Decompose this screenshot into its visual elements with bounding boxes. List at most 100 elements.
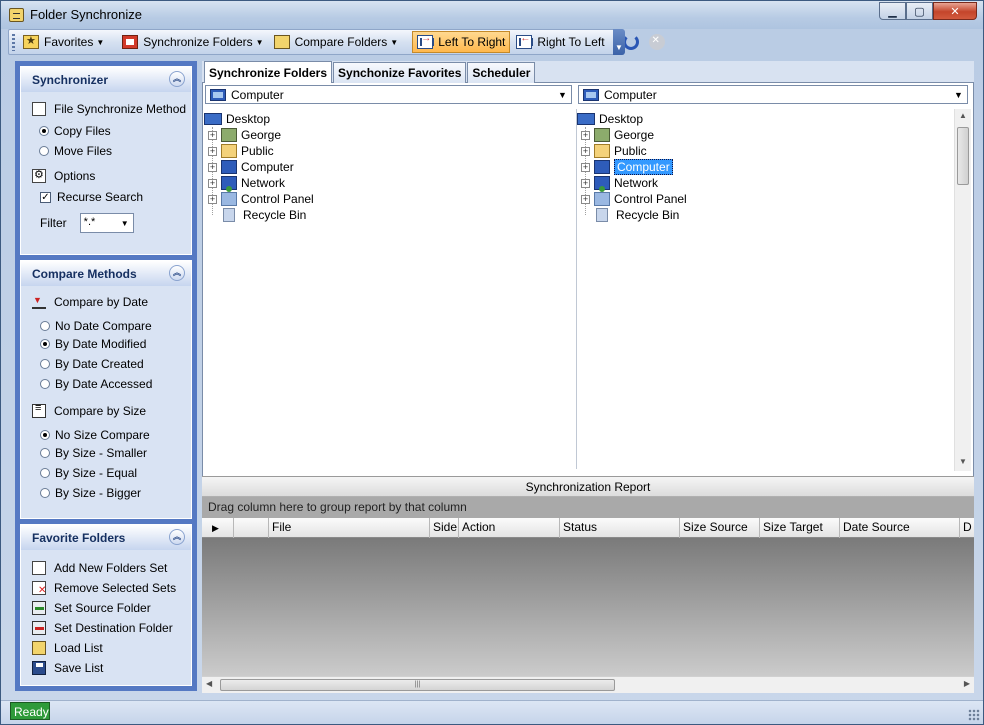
- synchronizer-header[interactable]: Synchronizer ︽: [21, 67, 191, 92]
- column-header-action[interactable]: Action: [459, 518, 560, 538]
- expand-icon[interactable]: +: [208, 146, 217, 156]
- favorite-folders-header[interactable]: Favorite Folders ︽: [21, 525, 191, 550]
- scroll-up-icon[interactable]: ▲: [959, 111, 967, 120]
- minimize-button[interactable]: ▁: [879, 2, 906, 20]
- filter-combobox[interactable]: *.* ▼: [79, 213, 134, 233]
- tab-scheduler[interactable]: Scheduler: [467, 62, 536, 83]
- tree-node[interactable]: + Public: [208, 143, 274, 159]
- tree-node[interactable]: + Network: [208, 175, 285, 192]
- toolbar-grip[interactable]: [12, 34, 15, 51]
- scrollbar-thumb[interactable]: |||: [220, 679, 615, 691]
- column-header-side[interactable]: Side: [430, 518, 459, 538]
- right-to-left-label: Right To Left: [537, 35, 605, 49]
- add-new-folders-set-link[interactable]: Add New Folders Set: [32, 559, 167, 577]
- date-option-radio[interactable]: By Date Accessed: [40, 375, 152, 393]
- size-option-radio[interactable]: By Size - Equal: [40, 464, 137, 482]
- expand-icon[interactable]: +: [208, 194, 217, 204]
- date-option-radio[interactable]: By Date Modified: [40, 335, 146, 353]
- column-header-date-target[interactable]: D: [960, 518, 974, 538]
- size-option-radio[interactable]: By Size - Bigger: [40, 484, 141, 502]
- destination-folder-icon: [32, 621, 46, 635]
- set-source-folder-link[interactable]: Set Source Folder: [32, 599, 151, 617]
- column-header-blank[interactable]: [234, 518, 269, 538]
- chevron-down-icon[interactable]: ▼: [390, 38, 398, 47]
- close-button[interactable]: ✕: [933, 2, 977, 20]
- report-horizontal-scrollbar[interactable]: ◀ ||| ▶: [202, 676, 974, 693]
- expand-icon[interactable]: +: [581, 178, 590, 188]
- compare-methods-group: Compare Methods ︽ Compare by Date No Dat…: [20, 260, 192, 519]
- group-by-area[interactable]: Drag column here to group report by that…: [202, 497, 974, 518]
- stop-button[interactable]: [645, 31, 669, 53]
- compare-methods-header[interactable]: Compare Methods ︽: [21, 261, 191, 286]
- move-files-radio[interactable]: Move Files: [39, 142, 112, 160]
- expand-icon[interactable]: +: [581, 130, 590, 140]
- tab-synchronize-favorites[interactable]: Synchonize Favorites: [333, 62, 467, 83]
- tree-node[interactable]: + George: [581, 127, 654, 143]
- maximize-button[interactable]: ▢: [906, 2, 933, 20]
- column-header-file[interactable]: File: [269, 518, 430, 538]
- tree-node[interactable]: Recycle Bin: [221, 207, 306, 223]
- column-header-status[interactable]: Status: [560, 518, 680, 538]
- chevron-down-icon[interactable]: ▼: [951, 87, 966, 102]
- expand-icon[interactable]: +: [208, 178, 217, 188]
- tree-node-desktop[interactable]: Desktop: [577, 111, 643, 127]
- copy-files-radio[interactable]: Copy Files: [39, 122, 111, 140]
- row-indicator-column[interactable]: ▶: [202, 518, 234, 538]
- load-list-link[interactable]: Load List: [32, 639, 103, 657]
- favorites-menu-button[interactable]: Favorites ▼: [19, 31, 108, 53]
- set-destination-folder-link[interactable]: Set Destination Folder: [32, 619, 173, 637]
- save-list-link[interactable]: Save List: [32, 659, 103, 677]
- tree-node[interactable]: + Network: [581, 175, 658, 192]
- toolbar-overflow-button[interactable]: ▼: [613, 29, 625, 55]
- expand-icon[interactable]: +: [581, 194, 590, 204]
- expand-icon[interactable]: +: [581, 162, 590, 172]
- size-option-radio[interactable]: No Size Compare: [40, 426, 150, 444]
- chevron-down-icon[interactable]: ▼: [555, 87, 570, 102]
- tree-splitter[interactable]: [576, 109, 577, 469]
- synchronize-folders-button[interactable]: Synchronize Folders ▼: [118, 31, 267, 53]
- tree-node-desktop[interactable]: Desktop: [204, 111, 270, 127]
- expand-icon[interactable]: +: [208, 162, 217, 172]
- tree-node[interactable]: Recycle Bin: [594, 207, 679, 223]
- tab-synchronize-folders[interactable]: Synchronize Folders: [204, 61, 333, 83]
- tree-node-selected[interactable]: + Computer: [581, 159, 673, 175]
- recurse-search-checkbox[interactable]: ✓ Recurse Search: [40, 188, 143, 206]
- collapse-compare-button[interactable]: ︽: [169, 265, 185, 281]
- radio-icon: [39, 146, 49, 156]
- left-location-combobox[interactable]: Computer ▼: [205, 85, 572, 104]
- collapse-favorites-button[interactable]: ︽: [169, 529, 185, 545]
- size-icon: [32, 402, 46, 418]
- tree-node[interactable]: + George: [208, 127, 281, 143]
- scroll-down-icon[interactable]: ▼: [959, 457, 967, 466]
- column-header-size-target[interactable]: Size Target: [760, 518, 840, 538]
- compare-folders-button[interactable]: Compare Folders ▼: [270, 31, 403, 53]
- expand-icon[interactable]: +: [208, 130, 217, 140]
- right-to-left-button[interactable]: Right To Left: [512, 31, 608, 53]
- chevron-down-icon[interactable]: ▼: [118, 215, 132, 231]
- scroll-right-icon[interactable]: ▶: [964, 679, 970, 688]
- tree-node[interactable]: + Public: [581, 143, 647, 159]
- tree-node[interactable]: + Control Panel: [208, 191, 314, 207]
- favorite-folders-header-label: Favorite Folders: [32, 530, 126, 545]
- resize-grip-icon[interactable]: [968, 709, 980, 721]
- copy-files-label: Copy Files: [54, 124, 111, 138]
- date-option-radio[interactable]: No Date Compare: [40, 317, 152, 335]
- left-to-right-button[interactable]: Left To Right: [412, 31, 511, 53]
- maximize-icon: ▢: [914, 5, 925, 18]
- open-folder-icon: [32, 641, 46, 655]
- expand-icon[interactable]: +: [581, 146, 590, 156]
- scroll-left-icon[interactable]: ◀: [206, 679, 212, 688]
- tree-node[interactable]: + Control Panel: [581, 191, 687, 207]
- tree-vertical-scrollbar[interactable]: ▲ ▼: [954, 109, 971, 471]
- tree-node[interactable]: + Computer: [208, 159, 294, 175]
- scrollbar-thumb[interactable]: [957, 127, 969, 185]
- column-header-date-source[interactable]: Date Source: [840, 518, 960, 538]
- date-option-radio[interactable]: By Date Created: [40, 355, 144, 373]
- column-header-size-source[interactable]: Size Source: [680, 518, 760, 538]
- chevron-down-icon[interactable]: ▼: [256, 38, 264, 47]
- size-option-radio[interactable]: By Size - Smaller: [40, 444, 147, 462]
- right-location-combobox[interactable]: Computer ▼: [578, 85, 968, 104]
- favorites-item-label: Save List: [54, 661, 104, 675]
- collapse-synchronizer-button[interactable]: ︽: [169, 71, 185, 87]
- remove-selected-sets-link[interactable]: Remove Selected Sets: [32, 579, 176, 597]
